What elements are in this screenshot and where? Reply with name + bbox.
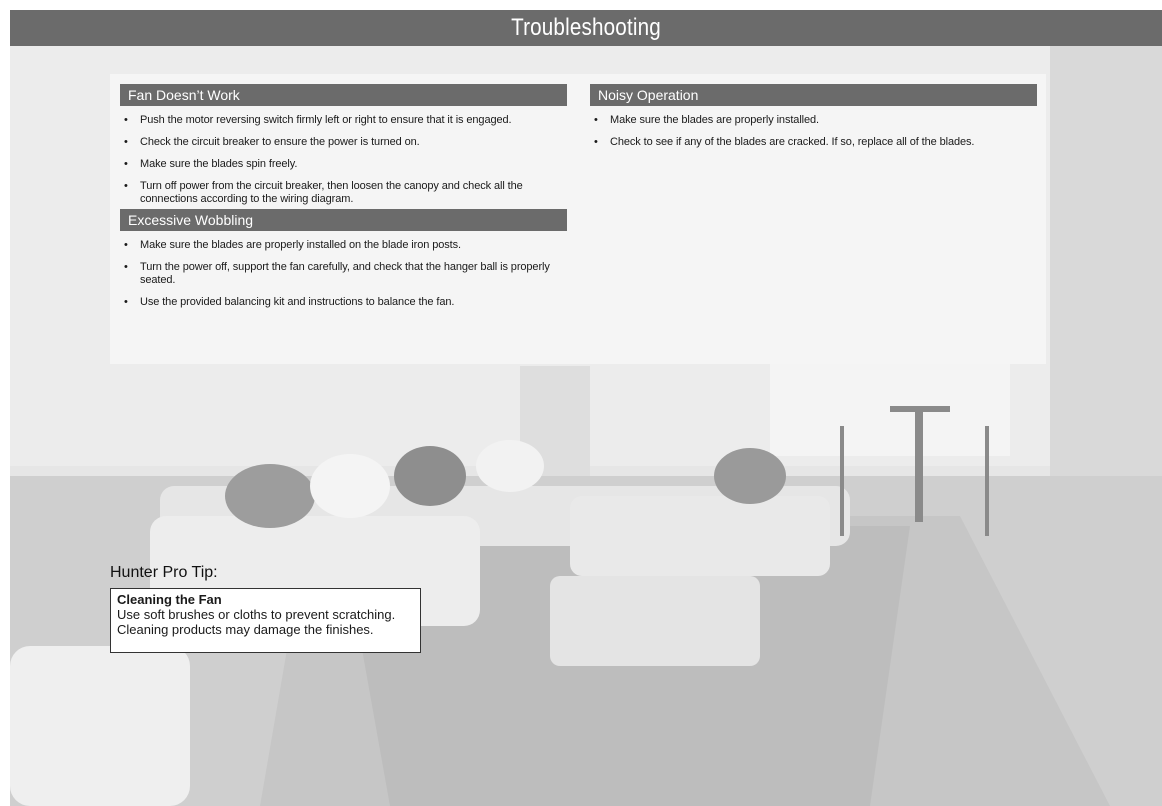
section-heading-fan-doesnt-work: Fan Doesn’t Work (120, 84, 567, 106)
left-column: Fan Doesn’t Work Push the motor reversin… (120, 84, 567, 318)
list-item: Turn the power off, support the fan care… (120, 261, 567, 287)
list-item: Make sure the blades spin freely. (120, 158, 567, 171)
list-item: Check the circuit breaker to ensure the … (120, 136, 567, 149)
right-column: Noisy Operation Make sure the blades are… (590, 84, 1037, 158)
pro-tip-box: Cleaning the Fan Use soft brushes or clo… (110, 588, 421, 653)
troubleshooting-panel: Fan Doesn’t Work Push the motor reversin… (110, 74, 1046, 364)
list-item: Push the motor reversing switch firmly l… (120, 114, 567, 127)
section-heading-excessive-wobbling: Excessive Wobbling (120, 209, 567, 231)
pro-tip-heading: Cleaning the Fan (117, 592, 222, 607)
header-bar: Troubleshooting (10, 10, 1162, 46)
list-item: Make sure the blades are properly instal… (120, 239, 567, 252)
excessive-wobbling-list: Make sure the blades are properly instal… (120, 239, 567, 309)
pro-tip-line: Use soft brushes or cloths to prevent sc… (117, 607, 396, 622)
list-item: Make sure the blades are properly instal… (590, 114, 1037, 127)
pro-tip-line: Cleaning products may damage the finishe… (117, 622, 374, 637)
fan-doesnt-work-list: Push the motor reversing switch firmly l… (120, 114, 567, 206)
section-heading-noisy-operation: Noisy Operation (590, 84, 1037, 106)
manual-page: Troubleshooting Fan Doesn’t Work Push th… (10, 10, 1162, 806)
pro-tip-title: Hunter Pro Tip: (110, 564, 218, 581)
list-item: Turn off power from the circuit breaker,… (120, 180, 567, 206)
list-item: Use the provided balancing kit and instr… (120, 296, 567, 309)
noisy-operation-list: Make sure the blades are properly instal… (590, 114, 1037, 149)
list-item: Check to see if any of the blades are cr… (590, 136, 1037, 149)
page-title: Troubleshooting (90, 10, 1082, 46)
